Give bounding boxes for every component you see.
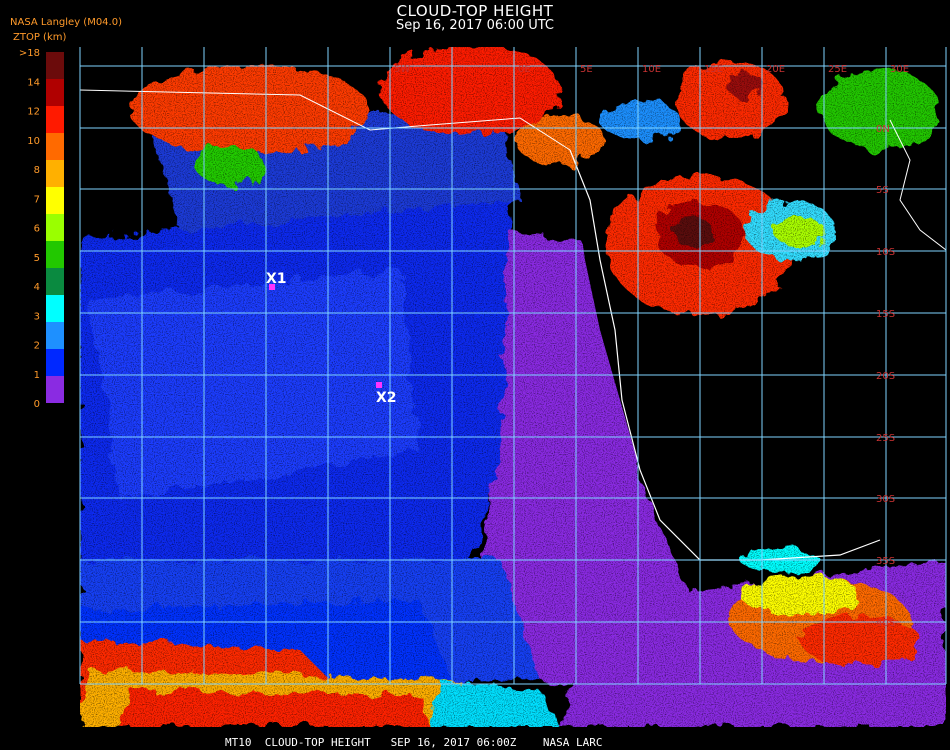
longitude-label: 25E [828,64,847,75]
latitude-label: 40S [876,618,895,629]
latitude-label: 35S [876,556,895,567]
satellite-map: 5W 0E 5E 10E 15E 20E 25E 30E 0N 5S 10S 15S 20S 25S 30S… [79,47,947,727]
footer-text: MT10 CLOUD-TOP HEIGHT SEP 16, 2017 06:00… [225,736,603,749]
marker-label: X1 [266,271,287,287]
longitude-label: 30E [890,64,909,75]
longitude-label: 5E [580,64,593,75]
longitude-label: 15E [704,64,723,75]
marker-label: X2 [376,390,397,406]
latitude-label: 15S [876,309,895,320]
longitude-label: 20E [766,64,785,75]
longitude-label: 5W [394,64,410,75]
latitude-label: 25S [876,433,895,444]
longitude-label: 10E [642,64,661,75]
longitude-label: 0E [518,64,531,75]
latitude-label: 20S [876,371,895,382]
marker-point [376,382,382,388]
latitude-label: 0N [876,124,890,135]
latitude-label: 30S [876,494,895,505]
cloud-layer [80,47,946,727]
latitude-label: 5S [876,185,889,196]
latitude-label: 10S [876,247,895,258]
